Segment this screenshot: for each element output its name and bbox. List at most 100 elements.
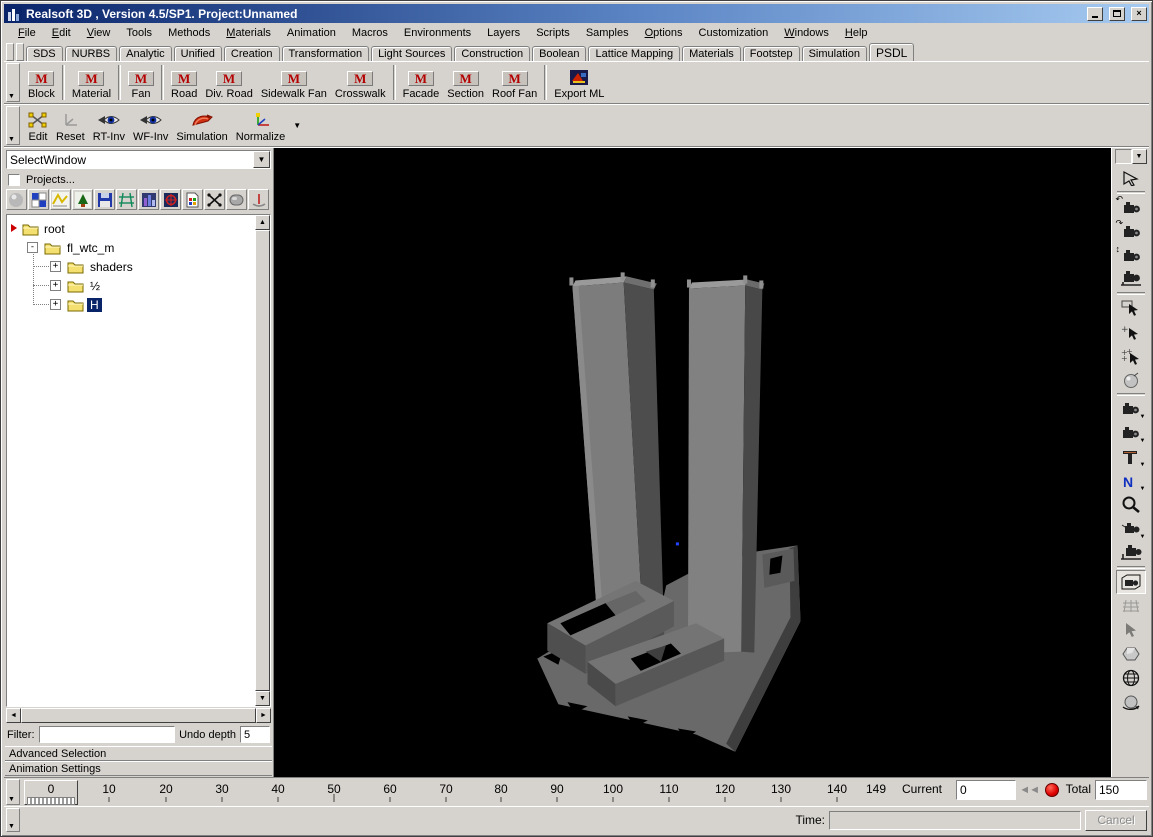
drafting-icon[interactable]: ▼ bbox=[1116, 445, 1146, 469]
fan-button[interactable]: M Fan bbox=[124, 63, 158, 102]
tab-handle-1[interactable] bbox=[6, 43, 14, 61]
collapse-icon[interactable]: - bbox=[27, 242, 38, 253]
toolbar2-handle[interactable]: ▼ bbox=[6, 106, 20, 145]
menu-layers[interactable]: Layers bbox=[479, 25, 528, 41]
tree-icon[interactable] bbox=[72, 189, 93, 210]
advanced-selection-section[interactable]: Advanced Selection bbox=[5, 746, 272, 761]
normalize-button[interactable]: Normalize bbox=[232, 106, 290, 145]
toolbar-overflow-arrow[interactable]: ▼ bbox=[289, 121, 305, 130]
tab-handle-2[interactable] bbox=[16, 43, 24, 61]
tab-transformation[interactable]: Transformation bbox=[281, 46, 370, 61]
div-road-button[interactable]: M Div. Road bbox=[201, 63, 256, 102]
minimize-button[interactable] bbox=[1087, 6, 1103, 21]
rt-inv-button[interactable]: RT-Inv bbox=[89, 106, 129, 145]
reset-button[interactable]: Reset bbox=[52, 106, 89, 145]
export-ml-button[interactable]: Export ML bbox=[550, 63, 608, 102]
tab-unified[interactable]: Unified bbox=[173, 46, 222, 61]
close-button[interactable]: × bbox=[1131, 6, 1147, 21]
orbit-ball-icon[interactable] bbox=[1116, 690, 1146, 714]
tree-row-h[interactable]: + H bbox=[7, 295, 255, 314]
filter-input[interactable] bbox=[38, 726, 176, 743]
sphere-select-icon[interactable] bbox=[1116, 368, 1146, 392]
checker-icon[interactable] bbox=[28, 189, 49, 210]
grid-icon[interactable] bbox=[116, 189, 137, 210]
tree-vertical-scrollbar[interactable]: ▲ ▼ bbox=[255, 215, 270, 706]
camera-orbit-icon[interactable]: ↷ bbox=[1116, 219, 1146, 243]
animation-settings-section[interactable]: Animation Settings bbox=[5, 761, 272, 776]
block-button[interactable]: M Block bbox=[24, 63, 59, 102]
view-toolbar-dropdown[interactable]: ▼ bbox=[1114, 149, 1147, 164]
blob-icon[interactable] bbox=[226, 189, 247, 210]
simulation-button[interactable]: Simulation bbox=[172, 106, 231, 145]
camera-align-icon[interactable] bbox=[1116, 541, 1146, 565]
camera-pan-icon[interactable]: ▼ bbox=[1116, 517, 1146, 541]
scroll-down-icon[interactable]: ▼ bbox=[255, 691, 270, 706]
menu-animation[interactable]: Animation bbox=[279, 25, 344, 41]
grid-snap-icon[interactable] bbox=[1116, 594, 1146, 618]
menu-options[interactable]: Options bbox=[637, 25, 691, 41]
wf-inv-button[interactable]: WF-Inv bbox=[129, 106, 172, 145]
menu-samples[interactable]: Samples bbox=[578, 25, 637, 41]
polygon-icon[interactable] bbox=[1116, 642, 1146, 666]
sidewalk-fan-button[interactable]: M Sidewalk Fan bbox=[257, 63, 331, 102]
camera-rotate-icon[interactable]: ↶ bbox=[1116, 195, 1146, 219]
raytrace-pointer-icon[interactable] bbox=[1116, 166, 1146, 190]
scroll-right-icon[interactable]: ► bbox=[256, 708, 271, 723]
tree-row-root[interactable]: root bbox=[7, 219, 255, 238]
frame-slider[interactable]: 0 bbox=[24, 780, 78, 805]
axis-icon[interactable] bbox=[248, 189, 269, 210]
material-button[interactable]: M Material bbox=[68, 63, 115, 102]
chevron-down-icon[interactable]: ▼ bbox=[253, 151, 270, 168]
menu-tools[interactable]: Tools bbox=[118, 25, 160, 41]
toolbar1-handle[interactable]: ▼ bbox=[6, 63, 20, 102]
projects-checkbox[interactable] bbox=[8, 173, 20, 186]
timeline-track[interactable]: 0 10 20 30 40 50 60 70 80 90 100 110 120… bbox=[24, 779, 1147, 805]
road-button[interactable]: M Road bbox=[167, 63, 201, 102]
menu-environments[interactable]: Environments bbox=[396, 25, 479, 41]
select-add-icon[interactable]: + bbox=[1116, 320, 1146, 344]
sphere-icon[interactable] bbox=[6, 189, 27, 210]
tab-psdl[interactable]: PSDL bbox=[868, 43, 915, 61]
tree-row-fl-wtc-m[interactable]: - fl_wtc_m bbox=[7, 238, 255, 257]
save-icon[interactable] bbox=[94, 189, 115, 210]
pointer-disabled-icon[interactable] bbox=[1116, 618, 1146, 642]
tab-light-sources[interactable]: Light Sources bbox=[371, 46, 453, 61]
tree-row-shaders[interactable]: + shaders bbox=[7, 257, 255, 276]
tree-horizontal-scrollbar[interactable]: ◄ ► bbox=[6, 708, 271, 723]
tab-simulation[interactable]: Simulation bbox=[801, 46, 867, 61]
tab-footstep[interactable]: Footstep bbox=[742, 46, 800, 61]
tab-boolean[interactable]: Boolean bbox=[532, 46, 587, 61]
scroll-thumb[interactable] bbox=[255, 230, 270, 691]
scroll-up-icon[interactable]: ▲ bbox=[255, 215, 270, 230]
tab-nurbs[interactable]: NURBS bbox=[64, 46, 118, 61]
menu-materials[interactable]: Materials bbox=[218, 25, 279, 41]
tab-construction[interactable]: Construction bbox=[454, 46, 531, 61]
viewport-3d[interactable] bbox=[274, 148, 1111, 777]
camera-horizontal-icon[interactable] bbox=[1116, 267, 1146, 291]
undo-depth-input[interactable] bbox=[240, 726, 270, 743]
window-selector[interactable]: SelectWindow ▼ bbox=[6, 150, 271, 169]
timeline-handle[interactable]: ▼ bbox=[6, 779, 20, 805]
menu-windows[interactable]: Windows bbox=[776, 25, 837, 41]
expand-icon[interactable]: + bbox=[50, 299, 61, 310]
record-button[interactable] bbox=[1045, 783, 1059, 797]
camera-view-icon[interactable]: ▼ bbox=[1116, 397, 1146, 421]
scroll-left-icon[interactable]: ◄ bbox=[6, 708, 21, 723]
crosswalk-button[interactable]: M Crosswalk bbox=[331, 63, 390, 102]
current-frame-input[interactable] bbox=[956, 780, 1016, 800]
tree-row-half[interactable]: + ½ bbox=[7, 276, 255, 295]
menu-help[interactable]: Help bbox=[837, 25, 876, 41]
total-frames-input[interactable] bbox=[1095, 780, 1147, 800]
document-icon[interactable] bbox=[182, 189, 203, 210]
menu-edit[interactable]: Edit bbox=[44, 25, 79, 41]
globe-icon[interactable] bbox=[1116, 666, 1146, 690]
menu-file[interactable]: File bbox=[10, 25, 44, 41]
normals-icon[interactable]: N ▼ bbox=[1116, 469, 1146, 493]
zoom-icon[interactable] bbox=[1116, 493, 1146, 517]
camera-frame-icon[interactable] bbox=[1115, 570, 1146, 594]
tab-sds[interactable]: SDS bbox=[26, 46, 63, 61]
select-object-icon[interactable] bbox=[1116, 296, 1146, 320]
section-button[interactable]: M Section bbox=[443, 63, 488, 102]
title-bar[interactable]: Realsoft 3D , Version 4.5/SP1. Project:U… bbox=[4, 4, 1149, 23]
statusbar-handle[interactable]: ▼ bbox=[6, 808, 20, 832]
